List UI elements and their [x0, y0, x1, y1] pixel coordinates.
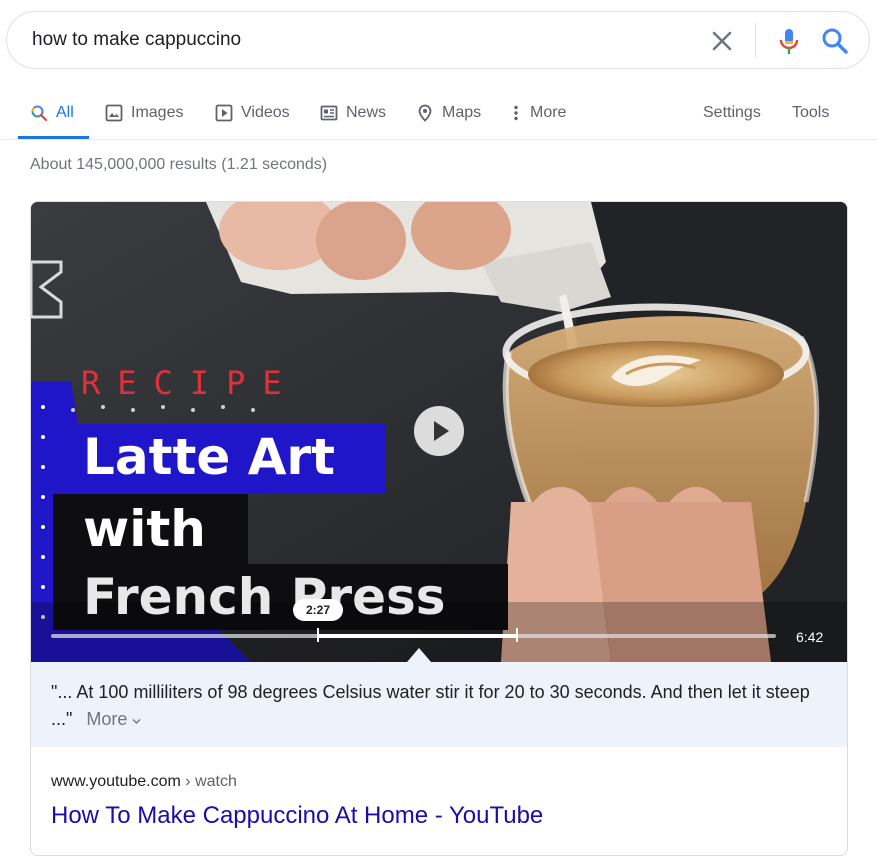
- transcript-more-link[interactable]: More: [86, 709, 141, 729]
- video-result-card: RECIPE Latte Art with French Press 2:27 …: [30, 201, 848, 856]
- microphone-icon: [779, 29, 799, 54]
- transcript-text: "... At 100 milliliters of 98 degrees Ce…: [51, 682, 810, 729]
- video-title-line-3: French Press: [83, 568, 446, 626]
- search-icon: [822, 28, 848, 54]
- segment-end-tick: [516, 628, 518, 642]
- timestamp-bubble: 2:27: [293, 599, 343, 621]
- transcript-snippet: "... At 100 milliliters of 98 degrees Ce…: [31, 662, 847, 747]
- tab-more[interactable]: More: [512, 86, 566, 139]
- transcript-pointer: [407, 648, 431, 662]
- tab-images-label: Images: [131, 103, 184, 121]
- close-icon: [712, 31, 732, 51]
- video-title-line-1: Latte Art: [83, 428, 335, 486]
- video-title-line-2: with: [83, 500, 206, 558]
- video-recipe-label: RECIPE: [81, 364, 299, 402]
- video-key-moment-segment: [317, 634, 517, 638]
- tab-maps-label: Maps: [442, 103, 482, 121]
- segment-start-tick: [317, 628, 319, 642]
- transcript-more-label: More: [86, 709, 128, 729]
- more-vert-icon: [514, 105, 518, 120]
- tab-news-label: News: [346, 103, 387, 121]
- play-button[interactable]: [414, 406, 464, 456]
- tab-news[interactable]: News: [320, 86, 386, 139]
- map-pin-icon: [418, 104, 432, 122]
- search-tabs: All Images Videos News Maps More Setting…: [0, 86, 877, 140]
- tab-tools-label: Tools: [792, 103, 830, 121]
- tab-all-label: All: [56, 103, 74, 121]
- search-submit-button[interactable]: [819, 25, 851, 57]
- result-breadcrumb: › watch: [180, 773, 237, 790]
- video-player[interactable]: RECIPE Latte Art with French Press 2:27 …: [31, 202, 847, 662]
- tab-videos[interactable]: Videos: [215, 86, 290, 139]
- tab-all[interactable]: All: [30, 86, 74, 139]
- voice-search-button[interactable]: [772, 24, 806, 58]
- search-bar: [6, 11, 870, 69]
- tab-maps[interactable]: Maps: [416, 86, 481, 139]
- tab-tools[interactable]: Tools: [792, 86, 829, 139]
- video-icon: [215, 104, 233, 121]
- tab-videos-label: Videos: [241, 103, 290, 121]
- tab-settings[interactable]: Settings: [703, 86, 761, 139]
- news-icon: [320, 105, 338, 120]
- video-duration: 6:42: [796, 629, 824, 645]
- result-stats: About 145,000,000 results (1.21 seconds): [30, 156, 328, 173]
- result-domain: www.youtube.com: [51, 773, 181, 790]
- result-url: www.youtube.com › watch: [51, 773, 237, 791]
- search-bar-divider: [755, 23, 756, 58]
- active-tab-underline: [18, 136, 89, 139]
- clear-button[interactable]: [708, 27, 736, 55]
- result-title-link[interactable]: How To Make Cappuccino At Home - YouTube: [51, 802, 543, 830]
- search-icon: [31, 105, 48, 121]
- chevron-down-icon: [132, 719, 141, 724]
- image-icon: [105, 104, 123, 121]
- tab-images[interactable]: Images: [105, 86, 183, 139]
- tab-more-label: More: [530, 103, 567, 121]
- tab-settings-label: Settings: [703, 103, 761, 121]
- search-input[interactable]: [32, 26, 672, 54]
